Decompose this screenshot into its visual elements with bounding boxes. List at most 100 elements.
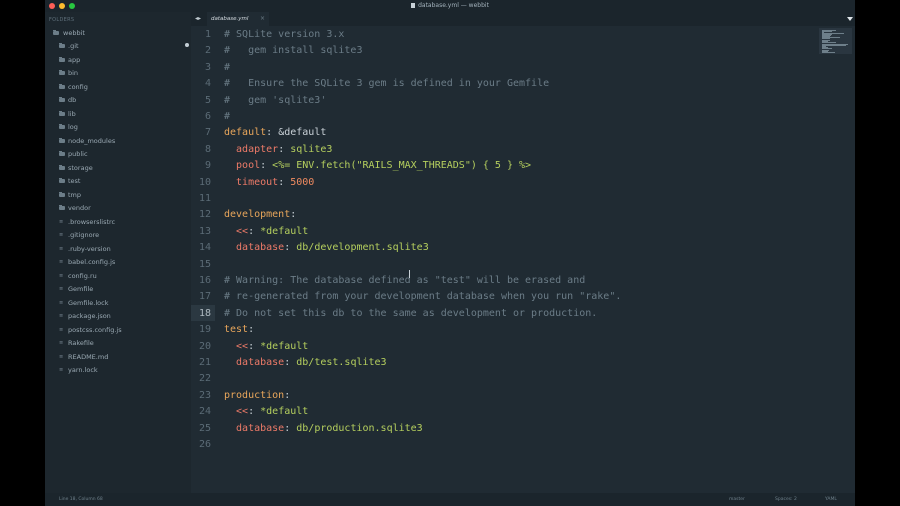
sidebar-item[interactable]: storage <box>59 162 93 175</box>
code-text: adapter: sqlite3 <box>224 142 332 158</box>
folder-icon <box>59 97 65 102</box>
folder-icon <box>59 43 65 48</box>
status-cursor-position: Line 18, Column 68 <box>59 497 103 502</box>
line-number: 17 <box>198 291 211 303</box>
line-number: 6 <box>204 111 211 122</box>
sidebar-item[interactable]: ≡ .browserslistrc <box>59 216 115 229</box>
sidebar-item-label: log <box>68 123 78 131</box>
line-number: 8 <box>204 143 211 155</box>
sidebar-item[interactable]: tmp <box>59 189 81 202</box>
code-token: << <box>224 340 249 352</box>
line-number: 10 <box>198 176 211 188</box>
sidebar-item[interactable]: ≡ .ruby-version <box>59 243 111 256</box>
code-token: database <box>224 242 285 254</box>
sidebar-item[interactable]: vendor <box>59 202 91 215</box>
code-token: << <box>224 225 249 237</box>
tab-database-yml[interactable]: database.yml × <box>207 12 269 26</box>
code-token: << <box>224 406 249 418</box>
tab-menu-chevron-icon[interactable] <box>847 17 853 21</box>
line-number: 24 <box>198 406 211 418</box>
sidebar-item[interactable]: ≡ config.ru <box>59 270 97 283</box>
line-number: 25 <box>198 422 211 434</box>
folder-icon <box>59 137 65 143</box>
status-syntax[interactable]: YAML <box>825 493 837 506</box>
code-token: # SQLite version 3.x <box>224 29 345 40</box>
window-title: database.yml — webbit <box>418 2 489 9</box>
code-text: default: &default <box>224 125 326 141</box>
tab-close-icon[interactable]: × <box>260 12 265 26</box>
line-number: 18 <box>198 307 211 319</box>
sidebar-item[interactable]: log <box>59 121 78 134</box>
minimap[interactable] <box>819 28 852 54</box>
line-number: 2 <box>204 45 211 57</box>
tab-nav-arrows-icon[interactable]: ◂▸ <box>195 15 201 23</box>
file-icon: ≡ <box>59 326 64 333</box>
line-number: 4 <box>204 78 211 90</box>
file-icon: ≡ <box>59 286 64 292</box>
code-text: # Ensure the SQLite 3 gem is defined in … <box>224 76 549 92</box>
sidebar-item[interactable]: ≡ package.json <box>59 310 111 323</box>
tree-root-folder[interactable]: webbit <box>51 27 85 40</box>
sidebar-item-label: README.md <box>68 352 109 361</box>
code-token: : <box>248 324 255 336</box>
sidebar-item[interactable]: ≡ .gitignore <box>59 229 99 242</box>
file-icon: ≡ <box>59 340 64 346</box>
code-token: : <box>278 176 291 188</box>
code-text: <<: *default <box>224 404 308 420</box>
folder-icon <box>59 124 65 129</box>
sidebar-item[interactable]: lib <box>59 108 76 121</box>
tab-label: database.yml <box>211 16 249 22</box>
code-token: database <box>224 422 285 434</box>
code-token: db/development.sqlite3 <box>296 242 429 254</box>
document-icon <box>411 3 416 8</box>
status-indentation[interactable]: Spaces: 2 <box>775 493 797 506</box>
code-token: # gem 'sqlite3' <box>224 94 327 106</box>
sidebar-item[interactable]: public <box>59 148 88 161</box>
sidebar-item-label: package.json <box>68 312 111 320</box>
code-text: database: db/test.sqlite3 <box>224 355 387 371</box>
sidebar-item-label: config.ru <box>68 271 97 280</box>
sidebar-item-label: tmp <box>68 190 82 199</box>
code-token: : <box>248 406 261 418</box>
sidebar-item[interactable]: ≡ postcss.config.js <box>59 324 122 337</box>
line-number: 22 <box>198 373 211 385</box>
sidebar-item[interactable]: app <box>59 54 80 67</box>
sidebar-item[interactable]: config <box>59 81 88 94</box>
sidebar-item[interactable]: ≡ babel.config.js <box>59 256 115 269</box>
code-text: # Warning: The database defined as "test… <box>224 273 585 289</box>
sidebar-item[interactable]: db <box>59 94 76 107</box>
sidebar-item-label: .git <box>68 42 79 50</box>
code-token: # gem install sqlite3 <box>224 45 363 57</box>
code-text: test: <box>224 322 254 338</box>
sidebar-item[interactable]: ≡ README.md <box>59 351 108 364</box>
file-icon: ≡ <box>59 218 64 225</box>
folder-icon <box>59 56 65 62</box>
file-icon: ≡ <box>59 245 64 252</box>
sidebar-item[interactable]: ≡ Rakefile <box>59 337 94 350</box>
sidebar-item[interactable]: ≡ Gemfile <box>59 283 93 296</box>
sidebar-item-label: Gemfile.lock <box>68 298 109 307</box>
code-token: # <box>224 111 231 122</box>
sidebar-item-label: config <box>68 82 88 91</box>
code-token: database <box>224 357 285 368</box>
code-text: # SQLite version 3.x <box>224 27 344 43</box>
code-token: : <box>266 127 279 139</box>
sidebar-item[interactable]: ≡ Gemfile.lock <box>59 297 108 310</box>
code-token: : <box>284 357 297 368</box>
code-text: <<: *default <box>224 339 308 355</box>
folder-icon <box>59 205 65 210</box>
code-editor[interactable]: 1 # SQLite version 3.x 2 # gem install sqli… <box>191 26 855 493</box>
sidebar-item[interactable]: ≡ yarn.lock <box>59 364 98 377</box>
code-token: : <box>284 242 297 254</box>
sidebar-item-label: babel.config.js <box>68 258 116 266</box>
code-text: timeout: 5000 <box>224 175 314 191</box>
sidebar-item[interactable]: bin <box>59 67 78 80</box>
sidebar-item[interactable]: .git <box>59 40 79 53</box>
code-token: # <box>224 61 231 73</box>
sidebar-item[interactable]: node_modules <box>59 135 115 148</box>
status-git-branch[interactable]: master <box>729 493 745 506</box>
tab-bar: ◂▸ database.yml × <box>191 12 855 26</box>
modified-indicator-icon <box>185 43 189 47</box>
sidebar-item[interactable]: test <box>59 175 80 188</box>
code-token: : <box>260 160 273 172</box>
